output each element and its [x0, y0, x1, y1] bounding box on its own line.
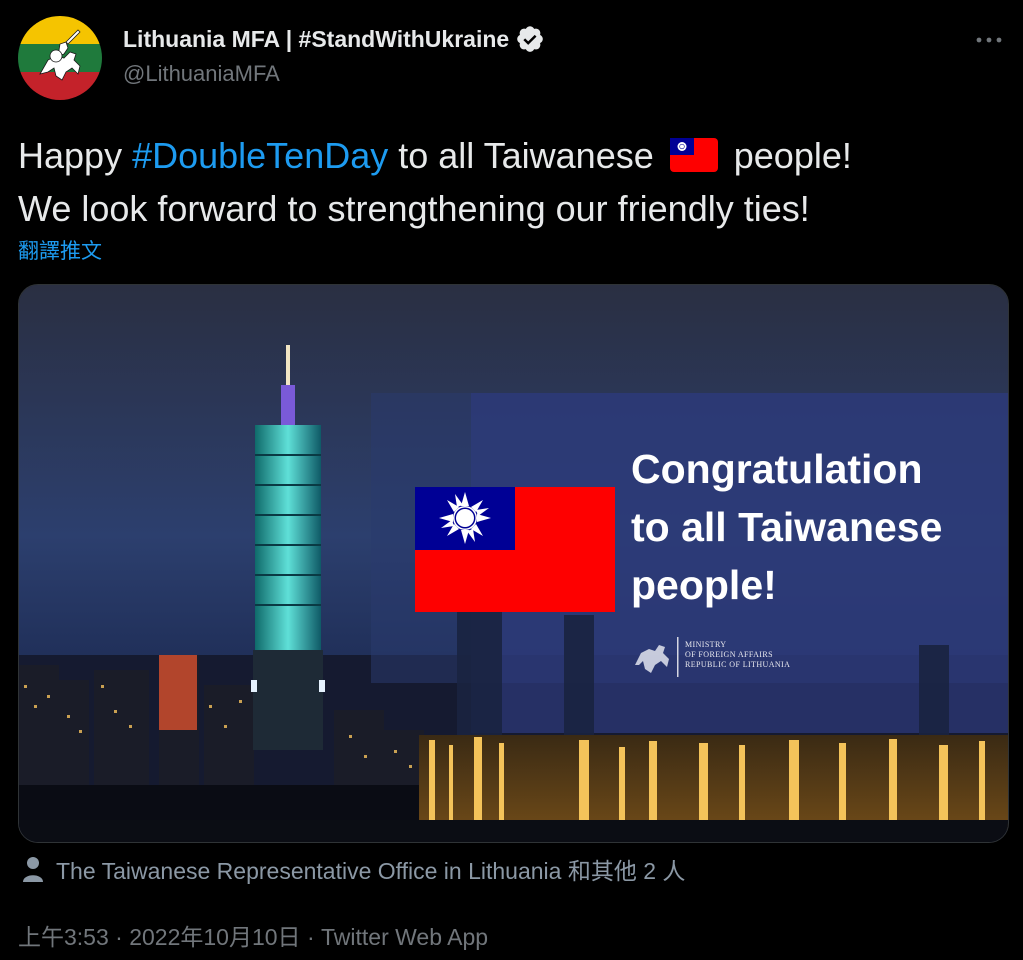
- tweet-text-part: to all Taiwanese: [388, 135, 664, 176]
- tweet-media-image[interactable]: Congratulation to all Taiwanese people! …: [18, 284, 1009, 843]
- tweet-date[interactable]: 2022年10月10日: [129, 924, 300, 950]
- ministry-label: MINISTRY OF FOREIGN AFFAIRS REPUBLIC OF …: [685, 640, 790, 670]
- media-headline: Congratulation to all Taiwanese people!: [631, 446, 943, 608]
- author-avatar[interactable]: [18, 16, 102, 100]
- tweet-source[interactable]: Twitter Web App: [321, 924, 488, 950]
- tweet-time[interactable]: 上午3:53: [18, 924, 109, 950]
- taiwan-flag: [415, 487, 615, 612]
- author-handle[interactable]: @LithuaniaMFA: [123, 61, 280, 87]
- display-name-text: Lithuania MFA | #StandWithUkraine: [123, 25, 510, 52]
- tweet-timestamp: 上午3:53 · 2022年10月10日 · Twitter Web App: [18, 918, 488, 952]
- ministry-line: MINISTRY: [685, 640, 727, 649]
- vytis-knight-icon: [18, 16, 102, 100]
- verified-badge-icon: [515, 24, 545, 54]
- tagged-users-text: The Taiwanese Representative Office in L…: [56, 858, 686, 884]
- more-options-icon[interactable]: [973, 24, 1005, 56]
- ministry-line: OF FOREIGN AFFAIRS: [685, 650, 773, 659]
- ministry-line: REPUBLIC OF LITHUANIA: [685, 660, 791, 669]
- taiwan-flag-emoji: [669, 135, 718, 184]
- tweet-text: Happy #DoubleTenDay to all Taiwanese peo…: [18, 131, 1008, 233]
- hashtag-link[interactable]: #DoubleTenDay: [132, 135, 388, 176]
- separator: ·: [300, 924, 322, 950]
- person-icon: [23, 857, 43, 882]
- translate-tweet-link[interactable]: 翻譯推文: [18, 235, 102, 265]
- tweet-text-part: Happy: [18, 135, 133, 176]
- tweet-text-line2: We look forward to strengthening our fri…: [18, 188, 810, 229]
- separator: ·: [108, 924, 130, 950]
- author-display-name[interactable]: Lithuania MFA | #StandWithUkraine: [123, 24, 545, 54]
- tagged-users-link[interactable]: The Taiwanese Representative Office in L…: [22, 852, 685, 886]
- tweet-text-part: people!: [723, 135, 852, 176]
